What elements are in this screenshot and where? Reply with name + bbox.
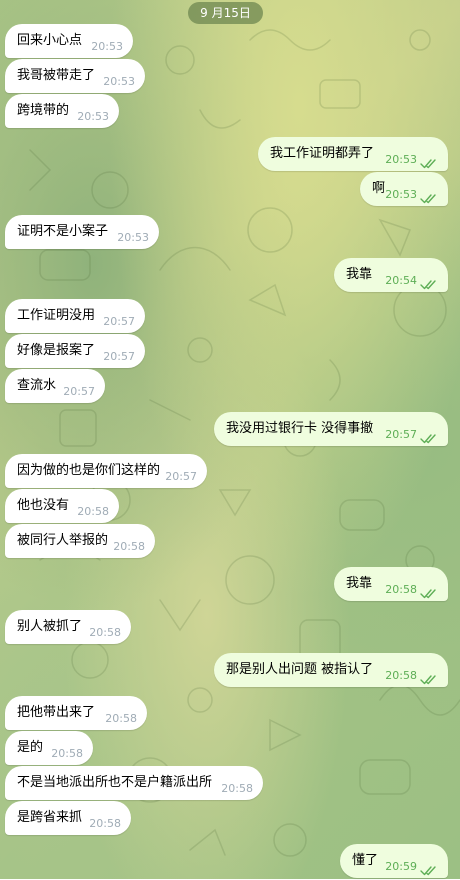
message-meta: 20:53 xyxy=(117,231,149,244)
message-meta: 20:53 xyxy=(77,110,109,123)
message-meta: 20:53 xyxy=(385,153,438,169)
message-text: 查流水 xyxy=(17,378,57,393)
message-time: 20:58 xyxy=(89,817,121,830)
message-time: 20:53 xyxy=(77,110,109,123)
message-time: 20:57 xyxy=(103,315,135,328)
message-meta: 20:58 xyxy=(113,540,145,553)
incoming-message[interactable]: 我哥被带走了 20:53 xyxy=(5,59,145,93)
message-time: 20:58 xyxy=(385,669,417,682)
double-check-icon xyxy=(420,861,438,876)
message-time: 20:58 xyxy=(113,540,145,553)
message-text: 回来小心点 xyxy=(17,33,83,48)
message-time: 20:53 xyxy=(91,40,123,53)
message-text: 那是别人出问题 被指认了 xyxy=(226,662,374,677)
message-time: 20:57 xyxy=(63,385,95,398)
message-text: 是跨省来抓 xyxy=(17,810,83,825)
incoming-message[interactable]: 别人被抓了 20:58 xyxy=(5,610,131,644)
message-meta: 20:58 xyxy=(77,505,109,518)
message-meta: 20:59 xyxy=(385,860,438,876)
message-text: 是的 xyxy=(17,740,44,755)
message-time: 20:58 xyxy=(77,505,109,518)
message-meta: 20:58 xyxy=(385,669,438,685)
message-text: 我工作证明都弄了 xyxy=(270,146,375,161)
message-time: 20:53 xyxy=(117,231,149,244)
double-check-icon xyxy=(420,429,438,444)
message-meta: 20:58 xyxy=(221,782,253,795)
message-text: 因为做的也是你们这样的 xyxy=(17,463,161,478)
incoming-message[interactable]: 他也没有 20:58 xyxy=(5,489,119,523)
message-meta: 20:58 xyxy=(385,583,438,599)
message-text: 被同行人举报的 xyxy=(17,533,109,548)
incoming-message[interactable]: 因为做的也是你们这样的 20:57 xyxy=(5,454,207,488)
message-text: 我靠 xyxy=(346,576,373,591)
message-text: 我哥被带走了 xyxy=(17,68,96,83)
message-meta: 20:58 xyxy=(89,626,121,639)
message-meta: 20:57 xyxy=(385,428,438,444)
message-meta: 20:57 xyxy=(63,385,95,398)
double-check-icon xyxy=(420,189,438,204)
double-check-icon xyxy=(420,584,438,599)
message-time: 20:57 xyxy=(385,428,417,441)
outgoing-message[interactable]: 我靠 20:58 xyxy=(334,567,448,601)
outgoing-message[interactable]: 我靠 20:54 xyxy=(334,258,448,292)
message-meta: 20:58 xyxy=(89,817,121,830)
message-text: 证明不是小案子 xyxy=(17,224,109,239)
incoming-message[interactable]: 跨境带的 20:53 xyxy=(5,94,119,128)
message-meta: 20:58 xyxy=(105,712,137,725)
message-text: 跨境带的 xyxy=(17,103,70,118)
message-time: 20:53 xyxy=(103,75,135,88)
message-time: 20:53 xyxy=(385,188,417,201)
message-time: 20:59 xyxy=(385,860,417,873)
message-meta: 20:57 xyxy=(165,470,197,483)
incoming-message[interactable]: 把他带出来了 20:58 xyxy=(5,696,147,730)
incoming-message[interactable]: 查流水 20:57 xyxy=(5,369,105,403)
message-text: 啊 xyxy=(372,181,386,196)
message-meta: 20:57 xyxy=(103,315,135,328)
message-text: 我没用过银行卡 没得事撤 xyxy=(226,421,374,436)
outgoing-message[interactable]: 懂了 20:59 xyxy=(340,844,448,878)
double-check-icon xyxy=(420,154,438,169)
message-time: 20:58 xyxy=(221,782,253,795)
message-text: 别人被抓了 xyxy=(17,619,83,634)
incoming-message[interactable]: 被同行人举报的 20:58 xyxy=(5,524,155,558)
incoming-message[interactable]: 好像是报案了 20:57 xyxy=(5,334,145,368)
incoming-message[interactable]: 证明不是小案子 20:53 xyxy=(5,215,159,249)
message-text: 我靠 xyxy=(346,267,373,282)
message-time: 20:58 xyxy=(385,583,417,596)
message-time: 20:54 xyxy=(385,274,417,287)
incoming-message[interactable]: 工作证明没用 20:57 xyxy=(5,299,145,333)
message-meta: 20:53 xyxy=(91,40,123,53)
message-text: 他也没有 xyxy=(17,498,70,513)
message-time: 20:57 xyxy=(103,350,135,363)
message-meta: 20:53 xyxy=(385,188,438,204)
outgoing-message[interactable]: 那是别人出问题 被指认了 20:58 xyxy=(214,653,448,687)
message-time: 20:53 xyxy=(385,153,417,166)
outgoing-message[interactable]: 我工作证明都弄了 20:53 xyxy=(258,137,448,171)
double-check-icon xyxy=(420,275,438,290)
incoming-message[interactable]: 不是当地派出所也不是户籍派出所 20:58 xyxy=(5,766,263,800)
message-time: 20:58 xyxy=(51,747,83,760)
date-separator: 9 月15日 xyxy=(188,2,263,24)
outgoing-message[interactable]: 啊 20:53 xyxy=(360,172,448,206)
message-time: 20:58 xyxy=(105,712,137,725)
message-meta: 20:53 xyxy=(103,75,135,88)
incoming-message[interactable]: 是的 20:58 xyxy=(5,731,93,765)
message-time: 20:58 xyxy=(89,626,121,639)
message-time: 20:57 xyxy=(165,470,197,483)
incoming-message[interactable]: 回来小心点 20:53 xyxy=(5,24,133,58)
message-text: 好像是报案了 xyxy=(17,343,96,358)
message-text: 把他带出来了 xyxy=(17,705,96,720)
message-meta: 20:57 xyxy=(103,350,135,363)
incoming-message[interactable]: 是跨省来抓 20:58 xyxy=(5,801,131,835)
double-check-icon xyxy=(420,670,438,685)
message-meta: 20:54 xyxy=(385,274,438,290)
outgoing-message[interactable]: 我没用过银行卡 没得事撤 20:57 xyxy=(214,412,448,446)
message-text: 工作证明没用 xyxy=(17,308,96,323)
message-text: 不是当地派出所也不是户籍派出所 xyxy=(17,775,213,790)
message-text: 懂了 xyxy=(352,853,379,868)
message-meta: 20:58 xyxy=(51,747,83,760)
